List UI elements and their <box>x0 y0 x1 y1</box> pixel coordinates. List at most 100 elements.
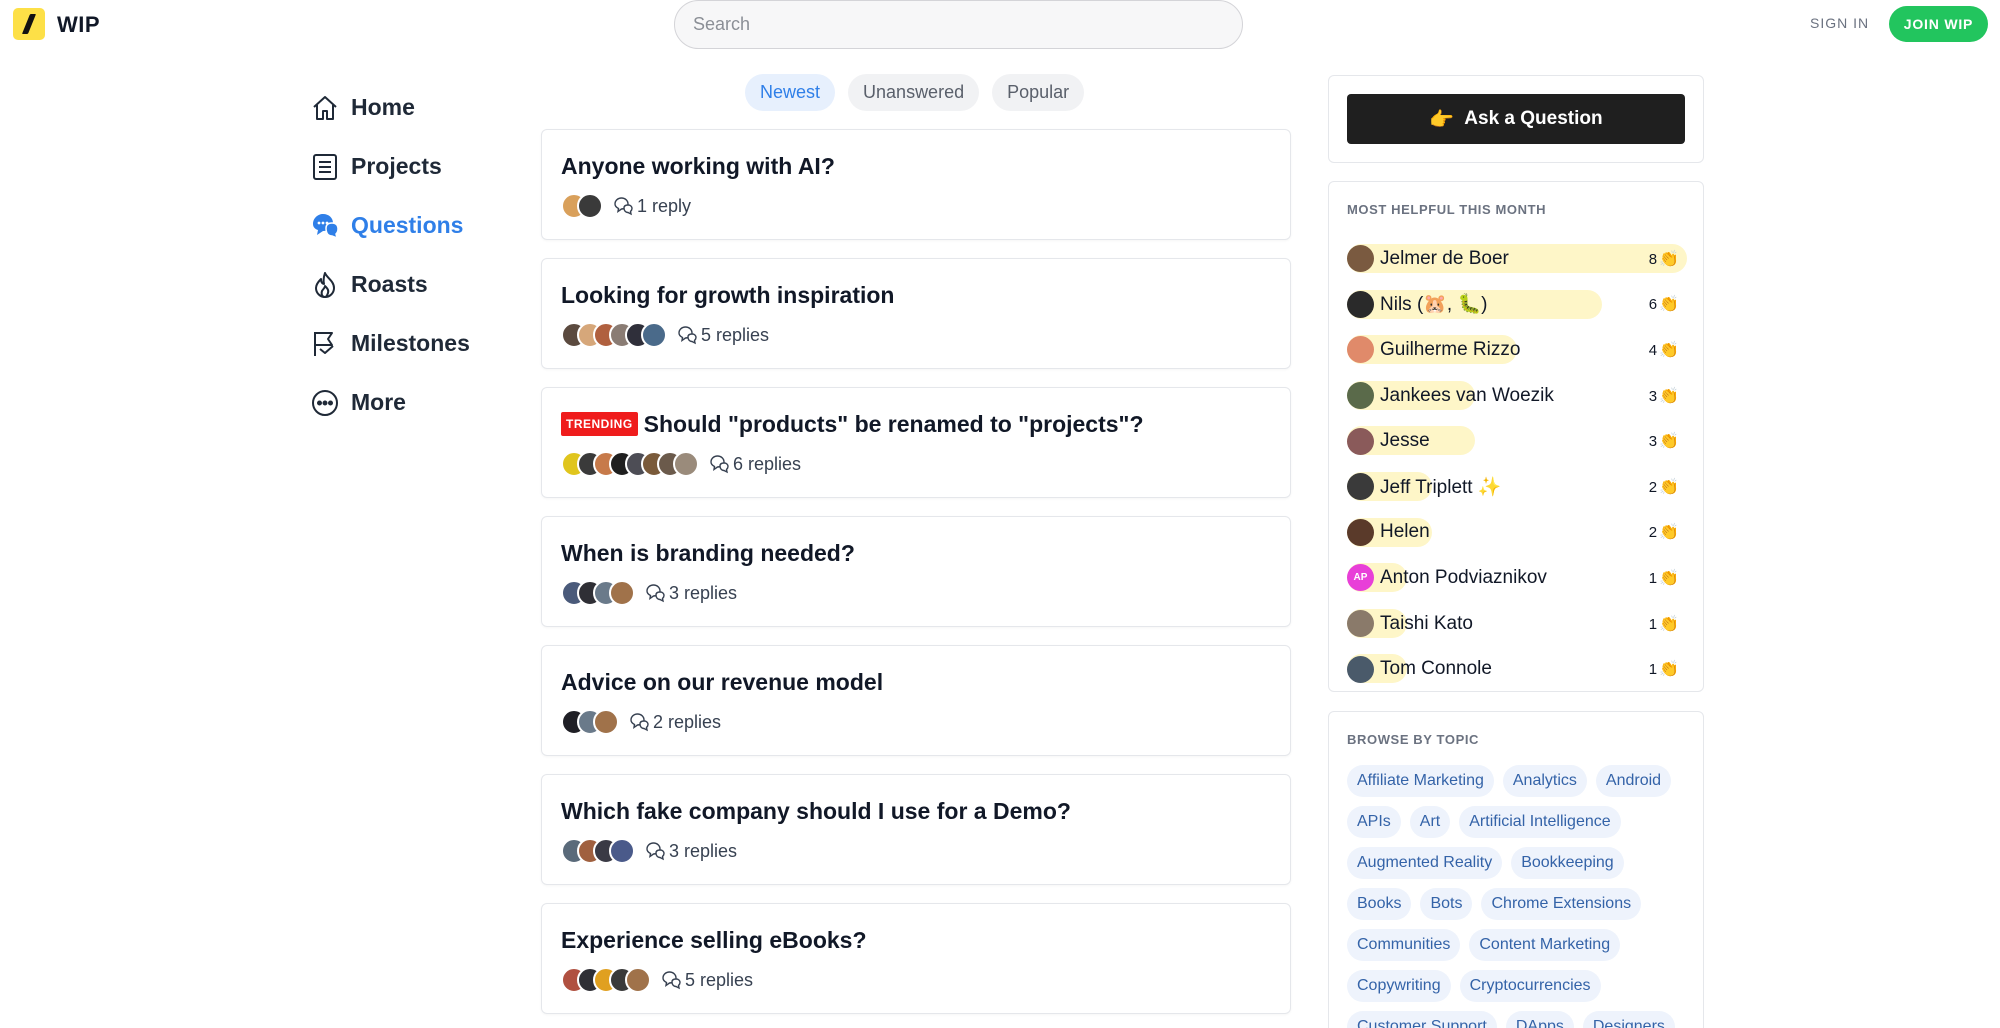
reply-count[interactable]: 3 replies <box>669 583 737 604</box>
helpful-user-row[interactable]: Jankees van Woezik 3 👏 <box>1347 373 1685 419</box>
top-bar: WIP SIGN IN JOIN WIP <box>0 0 2000 49</box>
clap-count: 3 👏 <box>1649 431 1679 451</box>
topic-chip[interactable]: Copywriting <box>1347 970 1451 1002</box>
question-card[interactable]: Advice on our revenue model 2 replies <box>541 645 1291 756</box>
avatar[interactable] <box>673 451 699 477</box>
reply-count[interactable]: 6 replies <box>733 454 801 475</box>
participant-avatars <box>561 322 667 348</box>
avatar[interactable] <box>1347 610 1374 638</box>
tab-popular[interactable]: Popular <box>992 74 1085 111</box>
question-meta: 3 replies <box>561 837 1271 865</box>
nav-item-projects[interactable]: Projects <box>310 137 470 196</box>
topic-chip[interactable]: Content Marketing <box>1469 929 1621 961</box>
nav-item-home[interactable]: Home <box>310 78 470 137</box>
avatar[interactable] <box>609 838 635 864</box>
reply-count[interactable]: 5 replies <box>685 970 753 991</box>
participant-avatars <box>561 193 603 219</box>
tab-newest[interactable]: Newest <box>745 74 836 111</box>
join-wip-button[interactable]: JOIN WIP <box>1889 6 1988 42</box>
helpful-user-name[interactable]: Nils (🐹, 🐛) <box>1380 292 1487 316</box>
helpful-user-name[interactable]: Taishi Kato <box>1380 613 1473 635</box>
helpful-user-name[interactable]: Jeff Triplett ✨ <box>1380 475 1502 499</box>
topic-chip[interactable]: Chrome Extensions <box>1481 888 1642 920</box>
tab-unanswered[interactable]: Unanswered <box>848 74 980 111</box>
clap-count: 1 👏 <box>1649 568 1679 588</box>
helpful-user-row[interactable]: Tom Connole 1 👏 <box>1347 646 1685 692</box>
topic-chip[interactable]: Cryptocurrencies <box>1459 970 1601 1002</box>
avatar[interactable] <box>1347 427 1374 455</box>
question-card[interactable]: Anyone working with AI? 1 reply <box>541 129 1291 240</box>
question-title[interactable]: Experience selling eBooks? <box>561 927 867 954</box>
topic-chip[interactable]: APIs <box>1347 806 1401 838</box>
helpful-user-name[interactable]: Helen <box>1380 521 1430 543</box>
helpful-user-row[interactable]: Jesse 3 👏 <box>1347 418 1685 464</box>
question-title[interactable]: Advice on our revenue model <box>561 669 883 696</box>
topic-chip[interactable]: Art <box>1409 806 1451 838</box>
nav-item-roasts[interactable]: Roasts <box>310 255 470 314</box>
helpful-user-row[interactable]: Guilherme Rizzo 4 👏 <box>1347 327 1685 373</box>
helpful-user-row[interactable]: Jeff Triplett ✨ 2 👏 <box>1347 464 1685 510</box>
question-title[interactable]: Should "products" be renamed to "project… <box>644 411 1144 438</box>
topic-chip[interactable]: Artificial Intelligence <box>1459 806 1621 838</box>
helpful-user-row[interactable]: AP Anton Podviaznikov 1 👏 <box>1347 555 1685 601</box>
helpful-user-name[interactable]: Jelmer de Boer <box>1380 248 1509 270</box>
topic-chip[interactable]: Customer Support <box>1347 1011 1497 1028</box>
helpful-user-name[interactable]: Jesse <box>1380 430 1430 452</box>
topic-chip[interactable]: Analytics <box>1502 765 1587 797</box>
wip-logo[interactable] <box>13 8 45 40</box>
topic-chip[interactable]: Communities <box>1347 929 1461 961</box>
question-title[interactable]: Looking for growth inspiration <box>561 282 894 309</box>
sign-in-link[interactable]: SIGN IN <box>1810 15 1869 31</box>
topic-chip[interactable]: Bookkeeping <box>1511 847 1624 879</box>
topic-chip[interactable]: Affiliate Marketing <box>1347 765 1494 797</box>
reply-count[interactable]: 2 replies <box>653 712 721 733</box>
nav-item-milestones[interactable]: Milestones <box>310 314 470 373</box>
avatar[interactable] <box>1347 382 1374 410</box>
helpful-user-name[interactable]: Anton Podviaznikov <box>1380 567 1547 589</box>
clap-icon: 👏 <box>1659 569 1679 587</box>
topic-chip[interactable]: Augmented Reality <box>1347 847 1503 879</box>
clap-count-value: 6 <box>1648 296 1658 314</box>
participant-avatars <box>561 967 651 993</box>
search-input[interactable] <box>674 0 1243 49</box>
avatar[interactable] <box>1347 655 1374 683</box>
helpful-user-row[interactable]: Taishi Kato 1 👏 <box>1347 601 1685 647</box>
topic-chip[interactable]: Android <box>1595 765 1672 797</box>
ask-question-button[interactable]: 👉 Ask a Question <box>1347 94 1685 144</box>
topic-chip[interactable]: Designers <box>1582 1011 1675 1028</box>
home-icon <box>313 95 337 120</box>
question-card[interactable]: Which fake company should I use for a De… <box>541 774 1291 885</box>
avatar[interactable] <box>625 967 651 993</box>
helpful-user-row[interactable]: Helen 2 👏 <box>1347 510 1685 556</box>
nav-item-questions[interactable]: Questions <box>310 196 470 255</box>
avatar[interactable] <box>577 193 603 219</box>
question-card[interactable]: Experience selling eBooks? 5 replies <box>541 903 1291 1014</box>
reply-count[interactable]: 1 reply <box>637 196 691 217</box>
avatar[interactable] <box>609 580 635 606</box>
question-card[interactable]: When is branding needed? 3 replies <box>541 516 1291 627</box>
nav-item-more[interactable]: More <box>310 373 470 432</box>
reply-count[interactable]: 5 replies <box>701 325 769 346</box>
helpful-user-row[interactable]: Nils (🐹, 🐛) 6 👏 <box>1347 282 1685 328</box>
question-title[interactable]: Which fake company should I use for a De… <box>561 798 1071 825</box>
helpful-user-name[interactable]: Guilherme Rizzo <box>1380 339 1520 361</box>
nav-label: More <box>351 389 406 415</box>
helpful-user-name[interactable]: Jankees van Woezik <box>1380 385 1554 407</box>
question-card[interactable]: TRENDING Should "products" be renamed to … <box>541 387 1291 498</box>
question-card[interactable]: Looking for growth inspiration 5 replies <box>541 258 1291 369</box>
avatar[interactable] <box>1347 290 1374 318</box>
brand-name[interactable]: WIP <box>57 12 100 38</box>
helpful-user-row[interactable]: Jelmer de Boer 8 👏 <box>1347 236 1687 282</box>
topic-chip[interactable]: Bots <box>1420 888 1473 920</box>
reply-count[interactable]: 3 replies <box>669 841 737 862</box>
topic-chip[interactable]: DApps <box>1505 1011 1574 1028</box>
helpful-user-name[interactable]: Tom Connole <box>1380 658 1492 680</box>
topic-chip[interactable]: Books <box>1347 888 1412 920</box>
question-title[interactable]: When is branding needed? <box>561 540 855 567</box>
more-icon <box>312 389 338 416</box>
avatar[interactable] <box>1347 518 1374 546</box>
avatar[interactable] <box>593 709 619 735</box>
avatar[interactable] <box>641 322 667 348</box>
projects-icon <box>313 153 337 180</box>
question-title[interactable]: Anyone working with AI? <box>561 153 835 180</box>
